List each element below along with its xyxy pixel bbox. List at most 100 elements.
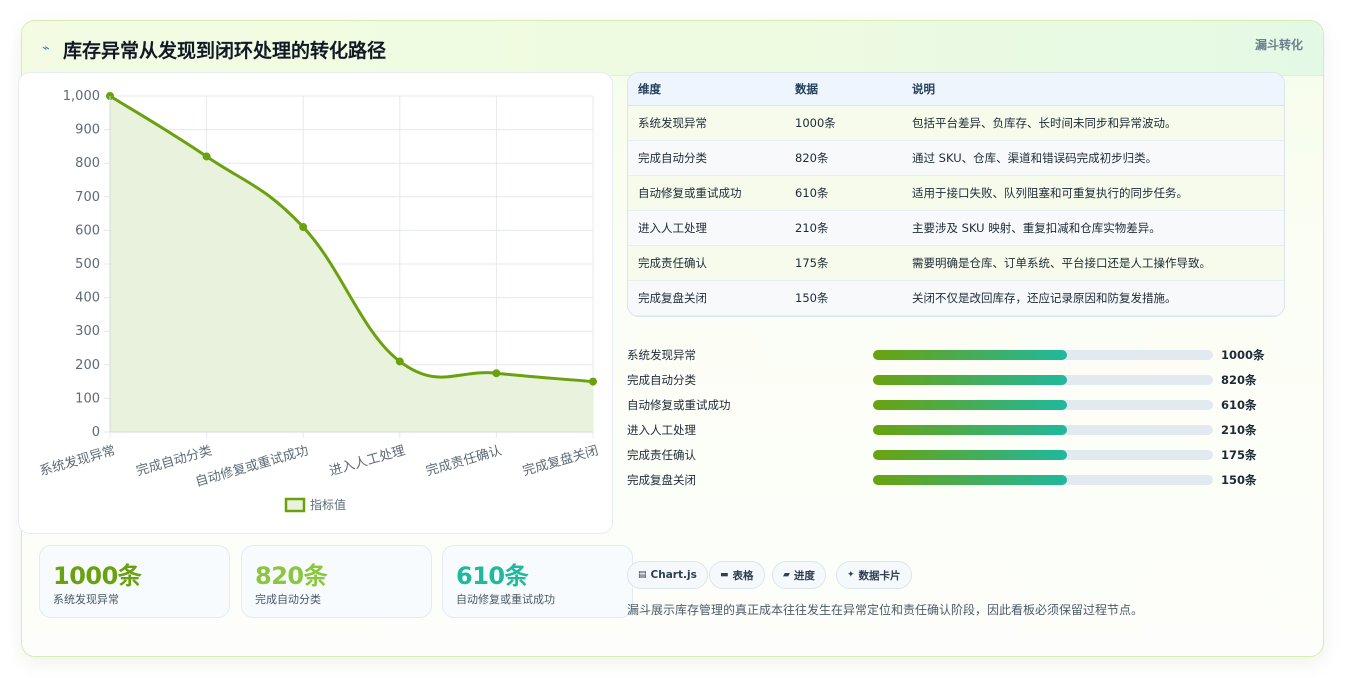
cell-dimension: 系统发现异常 [638,116,707,130]
data-point [299,223,308,232]
progress-label: 完成自动分类 [627,373,696,387]
progress-fill [873,350,1067,360]
x-tick-label: 进入人工处理 [328,443,407,479]
cell-description: 适用于接口失败、队列阻塞和可重复执行的同步任务。 [912,186,1188,200]
cell-data: 1000条 [795,116,836,130]
progress-row: 完成责任确认 175条 [627,446,1287,464]
stat-label: 自动修复或重试成功 [456,593,555,606]
x-tick-label: 系统发现异常 [38,442,117,479]
cell-data: 210条 [795,221,829,235]
sparkle-icon: ✦ [847,570,855,580]
progress-track [873,350,1213,360]
cell-description: 主要涉及 SKU 映射、重复扣减和仓库实物差异。 [912,221,1161,235]
x-tick-label: 完成复盘关闭 [521,442,600,479]
stat-value: 1000条 [53,562,142,590]
data-table: 维度 数据 说明 系统发现异常 1000条 包括平台差异、负库存、长时间未同步和异常… [627,72,1285,317]
cell-description: 包括平台差异、负库存、长时间未同步和异常波动。 [912,116,1177,130]
progress-row: 完成自动分类 820条 [627,371,1287,389]
table-icon: ▬ [720,570,729,580]
page-title: 库存异常从发现到闭环处理的转化路径 [63,40,387,62]
table-row: 完成复盘关闭 150条 关闭不仅是改回库存，还应记录原因和防复发措施。 [628,281,1284,316]
progress-row: 完成复盘关闭 150条 [627,471,1287,489]
chart-type-tag: 漏斗转化 [1254,38,1303,52]
stat-label: 系统发现异常 [53,593,119,606]
legend-swatch [284,497,306,513]
y-tick-label: 700 [75,190,100,205]
data-point [202,152,211,161]
progress-track [873,450,1213,460]
stat-card-discovered: 1000条 系统发现异常 [39,545,230,618]
chart-icon: ▤ [638,570,647,580]
progress-fill [873,450,1067,460]
progress-label: 完成复盘关闭 [627,473,696,487]
y-tick-label: 400 [75,291,100,306]
progress-label: 完成责任确认 [627,448,696,462]
progress-row: 系统发现异常 1000条 [627,346,1287,364]
x-tick-label: 完成责任确认 [424,443,503,479]
table-row: 自动修复或重试成功 610条 适用于接口失败、队列阻塞和可重复执行的同步任务。 [628,176,1284,211]
card-header: ⌁ 库存异常从发现到闭环处理的转化路径 漏斗转化 [22,21,1323,76]
table-row: 进入人工处理 210条 主要涉及 SKU 映射、重复扣减和仓库实物差异。 [628,211,1284,246]
progress-track [873,425,1213,435]
cell-data: 610条 [795,186,829,200]
table-row: 完成自动分类 820条 通过 SKU、仓库、渠道和错误码完成初步归类。 [628,141,1284,176]
y-tick-label: 300 [75,324,100,339]
chip-progress[interactable]: ▰ 进度 [772,561,826,589]
progress-value: 175条 [1221,448,1257,462]
line-chart-icon: ⌁ [42,41,50,56]
cell-dimension: 完成责任确认 [638,256,707,270]
progress-value: 210条 [1221,423,1257,437]
progress-value: 1000条 [1221,348,1265,362]
cell-data: 175条 [795,256,829,270]
progress-track [873,375,1213,385]
y-tick-label: 100 [75,391,100,406]
table-row: 系统发现异常 1000条 包括平台差异、负库存、长时间未同步和异常波动。 [628,106,1284,141]
stat-card-auto-fixed: 610条 自动修复或重试成功 [442,545,633,618]
column-header-dimension: 维度 [638,82,661,96]
data-point [492,369,501,378]
y-tick-label: 200 [75,358,100,373]
y-tick-label: 600 [75,223,100,238]
cell-data: 820条 [795,151,829,165]
y-tick-label: 500 [75,257,100,272]
progress-value: 150条 [1221,473,1257,487]
y-tick-label: 1,000 [63,89,100,104]
chip-label: 数据卡片 [858,569,901,582]
progress-icon: ▰ [783,570,790,580]
chip-chartjs[interactable]: ▤ Chart.js [627,561,708,589]
cell-description: 通过 SKU、仓库、渠道和错误码完成初步归类。 [912,151,1158,165]
progress-row: 进入人工处理 210条 [627,421,1287,439]
cell-dimension: 自动修复或重试成功 [638,186,742,200]
chip-label: Chart.js [650,569,697,581]
data-point [589,377,597,386]
progress-row: 自动修复或重试成功 610条 [627,396,1287,414]
chip-data-card[interactable]: ✦ 数据卡片 [836,561,912,589]
progress-fill [873,400,1067,410]
progress-track [873,400,1213,410]
line-chart-panel: 0 100 200 300 400 500 600 700 800 900 1,000 系统发现异常 完… [18,72,613,534]
cell-description: 关闭不仅是改回库存，还应记录原因和防复发措施。 [912,291,1177,305]
progress-fill [873,475,1067,485]
progress-label: 系统发现异常 [627,348,696,362]
cell-data: 150条 [795,291,829,305]
footnote: 漏斗展示库存管理的真正成本往往发生在异常定位和责任确认阶段，因此看板必须保留过程… [627,603,1144,617]
cell-dimension: 完成自动分类 [638,151,707,165]
progress-fill [873,375,1067,385]
table-row: 完成责任确认 175条 需要明确是仓库、订单系统、平台接口还是人工操作导致。 [628,246,1284,281]
progress-value: 610条 [1221,398,1257,412]
progress-label: 进入人工处理 [627,423,696,437]
cell-dimension: 进入人工处理 [638,221,707,235]
cell-dimension: 完成复盘关闭 [638,291,707,305]
stat-value: 610条 [456,562,529,590]
chip-label: 进度 [793,569,815,582]
progress-value: 820条 [1221,373,1257,387]
chip-label: 表格 [732,569,754,582]
column-header-data: 数据 [795,82,818,96]
stat-label: 完成自动分类 [255,593,321,606]
chip-table[interactable]: ▬ 表格 [709,561,765,589]
cell-description: 需要明确是仓库、订单系统、平台接口还是人工操作导致。 [912,256,1211,270]
stat-value: 820条 [255,562,328,590]
table-header: 维度 数据 说明 [628,73,1284,106]
data-point [395,357,404,366]
y-tick-label: 900 [75,123,100,138]
